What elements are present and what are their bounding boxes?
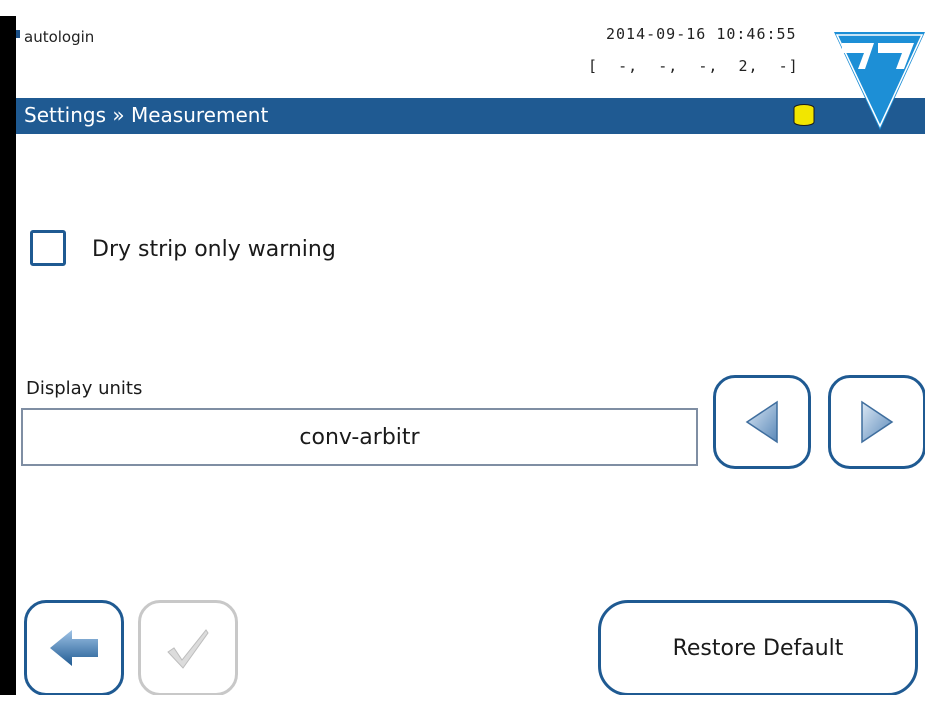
next-unit-button[interactable] <box>828 375 925 469</box>
brand-logo <box>834 32 925 130</box>
display-units-label: Display units <box>26 378 143 399</box>
database-icon <box>793 104 815 126</box>
dry-strip-warning-checkbox[interactable] <box>30 230 66 266</box>
restore-default-label: Restore Default <box>672 635 844 661</box>
back-button[interactable] <box>24 600 124 695</box>
title-bar: Settings » Measurement <box>16 98 925 134</box>
display-units-value: conv-arbitr <box>299 424 420 450</box>
device-bezel-left <box>0 0 16 704</box>
display-units-field[interactable]: conv-arbitr <box>21 408 698 466</box>
device-bezel-top <box>0 0 925 16</box>
previous-unit-button[interactable] <box>713 375 811 469</box>
arrow-left-icon <box>50 630 98 666</box>
confirm-button[interactable] <box>138 600 238 695</box>
logged-in-user: autologin <box>24 28 95 46</box>
restore-default-button[interactable]: Restore Default <box>598 600 918 695</box>
triangle-left-icon <box>745 400 778 444</box>
user-indicator <box>16 30 20 38</box>
breadcrumb: Settings » Measurement <box>24 103 269 127</box>
dry-strip-warning-label: Dry strip only warning <box>92 237 336 262</box>
status-counters: [ -, -, -, 2, -] <box>588 57 799 75</box>
device-bezel-bottom <box>0 695 925 704</box>
device-screen: autologin 2014-09-16 10:46:55 [ -, -, -,… <box>16 16 925 695</box>
checkmark-icon <box>167 629 209 669</box>
triangle-right-icon <box>861 400 894 444</box>
status-datetime: 2014-09-16 10:46:55 <box>606 25 797 43</box>
